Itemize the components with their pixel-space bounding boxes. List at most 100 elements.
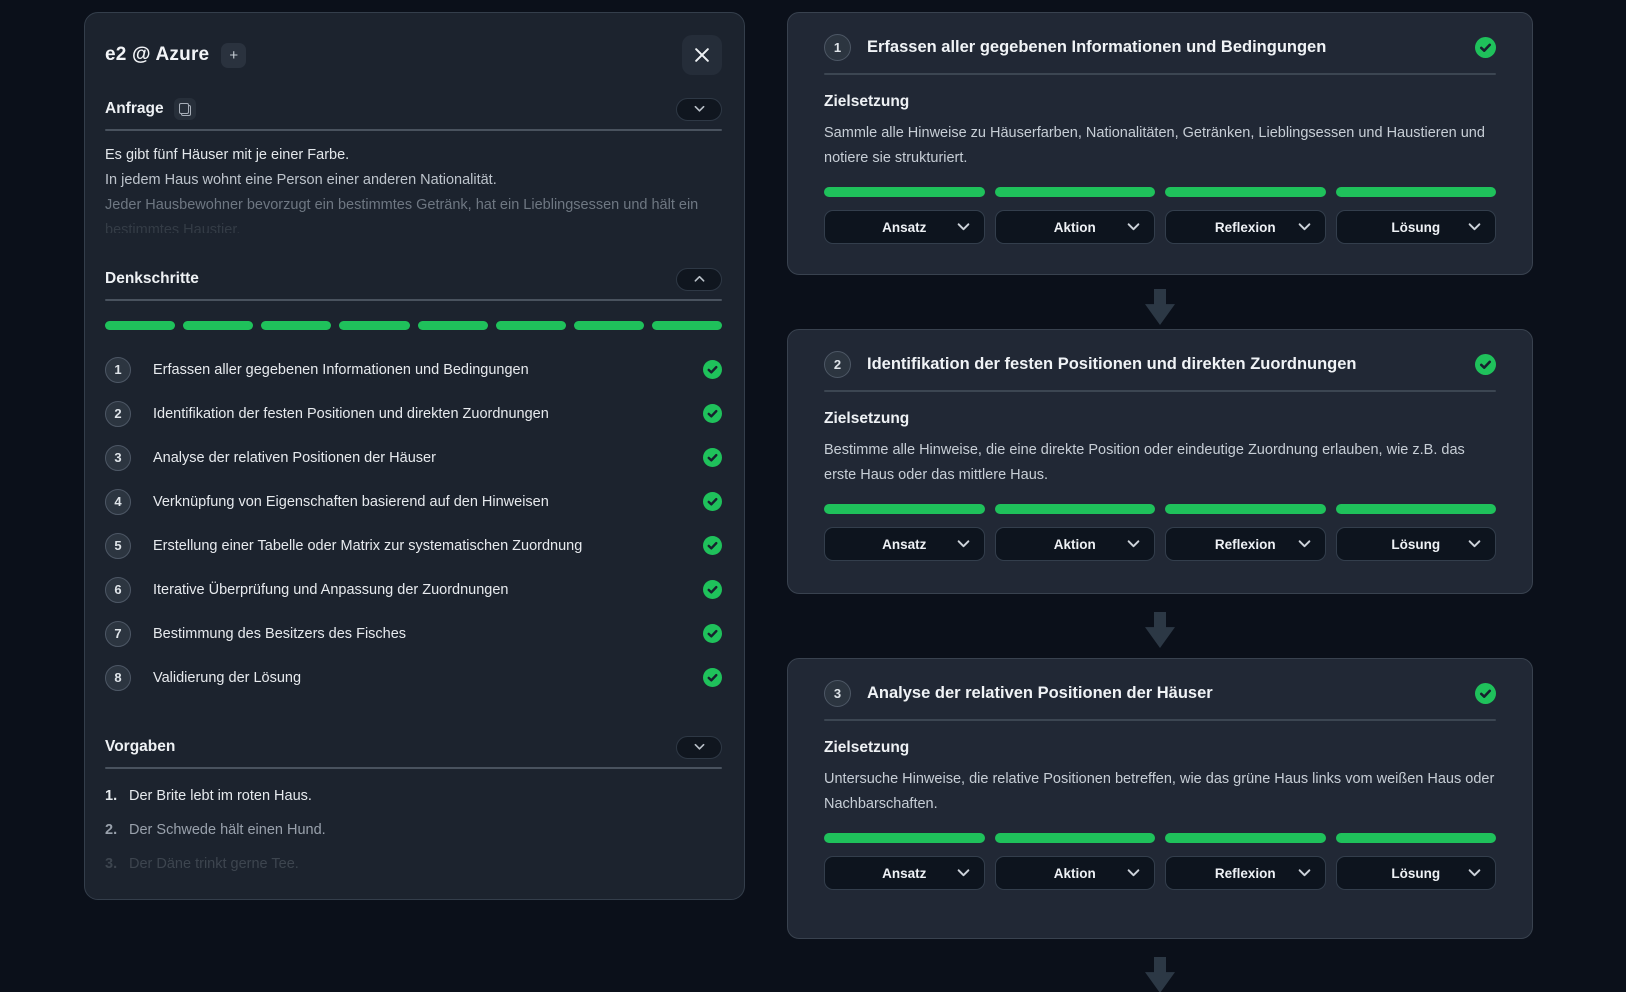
phase-description: Bestimme alle Hinweise, die eine direkte… <box>824 438 1496 488</box>
vorgabe-text: Der Brite lebt im roten Haus. <box>129 785 312 807</box>
check-icon <box>1475 37 1496 58</box>
add-button[interactable]: + <box>221 43 246 68</box>
phase-number-badge: 3 <box>824 680 851 707</box>
check-icon <box>703 448 722 467</box>
losung-dropdown-button[interactable]: Lösung <box>1336 527 1497 561</box>
step-status <box>703 580 722 599</box>
anfrage-collapse-button[interactable] <box>676 98 722 121</box>
anfrage-section: Anfrage Es gibt fünf Häuser mit je einer… <box>105 97 722 233</box>
step-item[interactable]: 7 Bestimmung des Besitzers des Fisches <box>105 620 722 647</box>
vorgabe-number: 1. <box>105 785 129 807</box>
phase-card-header: 3 Analyse der relativen Positionen der H… <box>824 679 1496 707</box>
left-panel: e2 @ Azure + Anfrage <box>84 12 745 900</box>
step-status <box>703 668 722 687</box>
chevron-down-icon <box>1298 869 1311 878</box>
phase-progress-bar <box>1336 833 1497 843</box>
step-item[interactable]: 6 Iterative Überprüfung und Anpassung de… <box>105 576 722 603</box>
ansatz-dropdown-button[interactable]: Ansatz <box>824 210 985 244</box>
step-item[interactable]: 8 Validierung der Lösung <box>105 664 722 691</box>
step-status <box>703 404 722 423</box>
aktion-dropdown-button[interactable]: Aktion <box>995 856 1156 890</box>
phase-progress-bar <box>1336 187 1497 197</box>
reflexion-dropdown-button[interactable]: Reflexion <box>1165 856 1326 890</box>
phase-progress-bar <box>1165 187 1326 197</box>
vorgabe-number: 3. <box>105 853 129 875</box>
panel-title: e2 @ Azure <box>105 44 209 66</box>
progress-segment <box>574 321 644 330</box>
vorgabe-text: Der Däne trinkt gerne Tee. <box>129 853 299 875</box>
phase-progress-bar <box>995 187 1156 197</box>
anfrage-text-line: Es gibt fünf Häuser mit je einer Farbe. <box>105 143 722 168</box>
step-number-badge: 4 <box>105 489 131 515</box>
chevron-down-icon <box>957 540 970 549</box>
chevron-down-icon <box>1298 223 1311 232</box>
check-icon <box>703 536 722 555</box>
progress-segment <box>105 321 175 330</box>
phase-card-header: 2 Identifikation der festen Positionen u… <box>824 350 1496 378</box>
dropdown-label: Aktion <box>1054 220 1096 235</box>
anfrage-text: Es gibt fünf Häuser mit je einer Farbe.I… <box>105 143 722 233</box>
copy-button[interactable] <box>174 98 196 120</box>
step-label: Bestimmung des Besitzers des Fisches <box>153 626 406 642</box>
zielsetzung-heading: Zielsetzung <box>824 93 1496 111</box>
plus-icon: + <box>229 48 238 63</box>
divider <box>105 767 722 769</box>
check-icon <box>1475 683 1496 704</box>
phase-title: Analyse der relativen Positionen der Häu… <box>867 684 1213 703</box>
losung-dropdown-button[interactable]: Lösung <box>1336 210 1497 244</box>
zielsetzung-heading: Zielsetzung <box>824 739 1496 757</box>
vorgabe-item: 2. Der Schwede hält einen Hund. <box>105 819 722 841</box>
chevron-down-icon <box>1468 869 1481 878</box>
vorgaben-collapse-button[interactable] <box>676 736 722 759</box>
chevron-down-icon <box>957 223 970 232</box>
step-number-badge: 7 <box>105 621 131 647</box>
reflexion-dropdown-button[interactable]: Reflexion <box>1165 210 1326 244</box>
ansatz-dropdown-button[interactable]: Ansatz <box>824 527 985 561</box>
anfrage-text-line: bestimmtes Haustier. <box>105 218 722 233</box>
denkschritte-section-header: Denkschritte <box>105 267 722 291</box>
dropdown-label: Reflexion <box>1215 866 1276 881</box>
anfrage-text-line: Jeder Hausbewohner bevorzugt ein bestimm… <box>105 193 722 218</box>
step-label: Identifikation der festen Positionen und… <box>153 406 549 422</box>
anfrage-text-line: In jedem Haus wohnt eine Person einer an… <box>105 168 722 193</box>
step-item[interactable]: 2 Identifikation der festen Positionen u… <box>105 400 722 427</box>
step-label: Erfassen aller gegebenen Informationen u… <box>153 362 529 378</box>
step-item[interactable]: 4 Verknüpfung von Eigenschaften basieren… <box>105 488 722 515</box>
dropdown-label: Aktion <box>1054 866 1096 881</box>
close-button[interactable] <box>682 35 722 75</box>
phase-flow: 1 Erfassen aller gegebenen Informationen… <box>787 0 1533 992</box>
step-status <box>703 360 722 379</box>
app-root: e2 @ Azure + Anfrage <box>0 0 1626 992</box>
anfrage-section-header: Anfrage <box>105 97 722 121</box>
phase-card-header: 1 Erfassen aller gegebenen Informationen… <box>824 33 1496 61</box>
divider <box>824 73 1496 75</box>
phase-buttons: Ansatz Aktion Reflexion Lösung <box>824 210 1496 244</box>
aktion-dropdown-button[interactable]: Aktion <box>995 210 1156 244</box>
phase-description: Sammle alle Hinweise zu Häuserfarben, Na… <box>824 121 1496 171</box>
phase-status <box>1475 354 1496 375</box>
phase-progress-bar <box>1336 504 1497 514</box>
chevron-down-icon <box>1127 869 1140 878</box>
denkschritte-section: Denkschritte 1 Erfassen aller gegebenen … <box>105 267 722 691</box>
divider <box>824 719 1496 721</box>
step-status <box>703 492 722 511</box>
chevron-down-icon <box>1468 540 1481 549</box>
losung-dropdown-button[interactable]: Lösung <box>1336 856 1497 890</box>
check-icon <box>703 404 722 423</box>
ansatz-dropdown-button[interactable]: Ansatz <box>824 856 985 890</box>
steps-progress-bar <box>105 321 722 330</box>
chevron-down-icon <box>1127 223 1140 232</box>
vorgabe-number: 2. <box>105 819 129 841</box>
dropdown-label: Lösung <box>1391 220 1440 235</box>
step-item[interactable]: 1 Erfassen aller gegebenen Informationen… <box>105 356 722 383</box>
arrow-down-icon <box>1145 612 1175 648</box>
aktion-dropdown-button[interactable]: Aktion <box>995 527 1156 561</box>
dropdown-label: Ansatz <box>882 866 926 881</box>
denkschritte-collapse-button[interactable] <box>676 268 722 291</box>
phase-progress-bar <box>824 504 985 514</box>
step-item[interactable]: 5 Erstellung einer Tabelle oder Matrix z… <box>105 532 722 559</box>
step-item[interactable]: 3 Analyse der relativen Positionen der H… <box>105 444 722 471</box>
phase-progress <box>824 504 1496 514</box>
dropdown-label: Reflexion <box>1215 220 1276 235</box>
reflexion-dropdown-button[interactable]: Reflexion <box>1165 527 1326 561</box>
